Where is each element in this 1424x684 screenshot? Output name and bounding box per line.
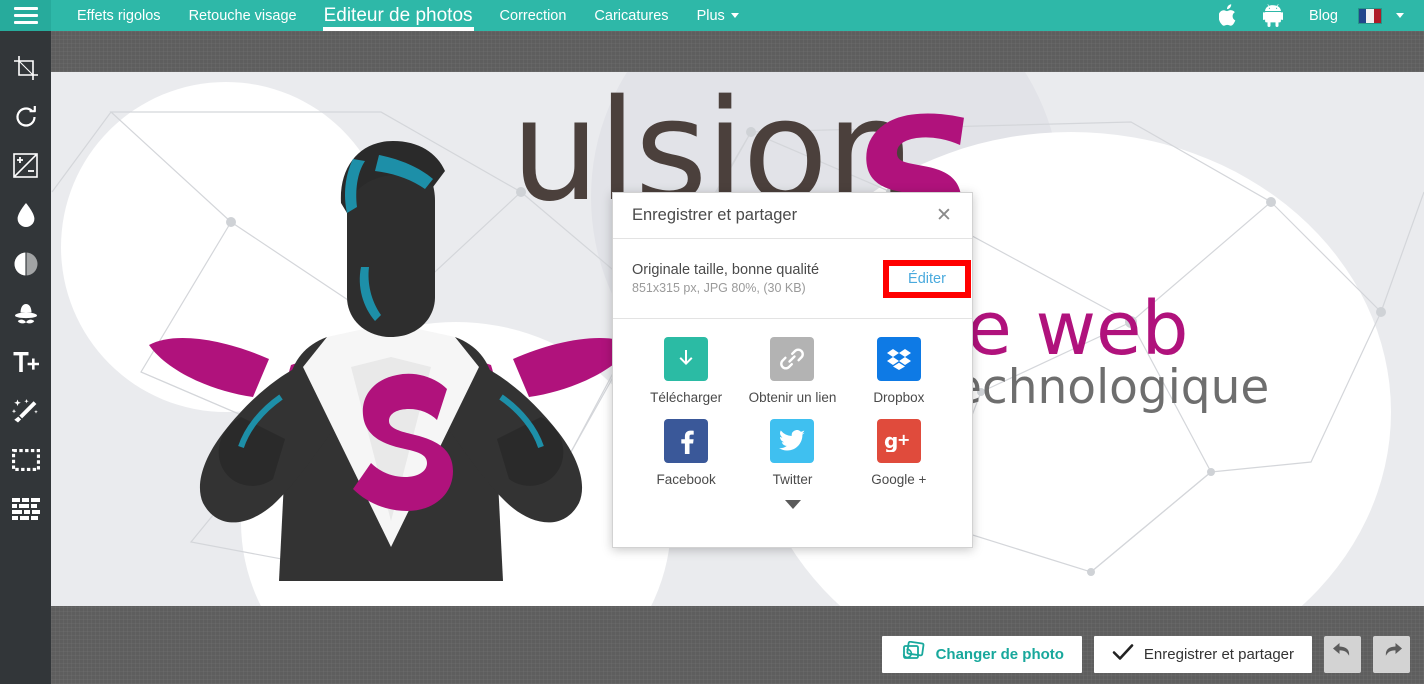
- contrast-tool[interactable]: [0, 239, 51, 288]
- text-tool[interactable]: [0, 337, 51, 386]
- dropbox-icon: [876, 337, 921, 381]
- undo-button[interactable]: [1324, 635, 1361, 673]
- dialog-title: Enregistrer et partager: [632, 206, 798, 224]
- share-option-label: Télécharger: [650, 390, 723, 405]
- share-option-label: Obtenir un lien: [748, 390, 837, 405]
- frame-icon: [11, 448, 40, 471]
- nav-item-label: Caricatures: [594, 7, 669, 24]
- quality-details: 851x315 px, JPG 80%, (30 KB): [632, 281, 806, 295]
- flag-stripe: [1359, 8, 1367, 23]
- apple-logo-icon[interactable]: [1207, 0, 1251, 31]
- language-selector[interactable]: [1352, 7, 1414, 24]
- flag-stripe: [1373, 8, 1381, 23]
- hat-mustache-icon: [12, 300, 40, 326]
- superhero-illustration: [149, 141, 633, 581]
- dialog-header: Enregistrer et partager ✕: [613, 193, 972, 239]
- close-icon[interactable]: ✕: [932, 204, 956, 228]
- share-option-get-link[interactable]: Obtenir un lien: [739, 337, 845, 405]
- editor-canvas[interactable]: ulsion S agence web ative & technologiqu…: [51, 31, 1424, 684]
- nav-item-label: Editeur de photos: [323, 4, 473, 26]
- edit-quality-highlight[interactable]: Éditer: [883, 260, 971, 298]
- edit-quality-button[interactable]: Éditer: [889, 266, 965, 292]
- crop-tool[interactable]: [0, 43, 51, 92]
- active-tab-underline: [322, 27, 474, 31]
- save-and-share-label: Enregistrer et partager: [1143, 645, 1294, 663]
- nav-item-editeur-de-photos[interactable]: Editeur de photos: [311, 0, 486, 31]
- nav-item-label: Retouche visage: [188, 7, 297, 24]
- photo-editor-app: Effets rigolos Retouche visage Editeur d…: [0, 0, 1424, 684]
- download-icon: [664, 337, 709, 381]
- change-photo-label: Changer de photo: [935, 645, 1064, 663]
- nav-blog-label: Blog: [1308, 7, 1338, 24]
- rotate-icon: [13, 104, 39, 130]
- effects-tool[interactable]: [0, 386, 51, 435]
- google-plus-icon: g +: [876, 419, 921, 463]
- nav-blog-link[interactable]: Blog: [1295, 0, 1352, 31]
- quality-row: Originale taille, bonne qualité 851x315 …: [613, 239, 972, 319]
- nav-item-correction[interactable]: Correction: [486, 0, 581, 31]
- hamburger-bar: [13, 7, 38, 10]
- top-navigation-bar: Effets rigolos Retouche visage Editeur d…: [0, 0, 1424, 31]
- twitter-icon: [770, 419, 815, 463]
- contrast-icon: [13, 251, 39, 277]
- nav-item-label: Correction: [499, 7, 567, 24]
- nav-item-label: Effets rigolos: [77, 7, 161, 24]
- share-option-download[interactable]: Télécharger: [633, 337, 739, 405]
- rotate-tool[interactable]: [0, 92, 51, 141]
- blur-tool[interactable]: [0, 190, 51, 239]
- chevron-down-icon: [730, 13, 739, 18]
- add-text-icon: [12, 350, 40, 374]
- nav-right-group: Blog: [1207, 0, 1424, 31]
- texture-tool[interactable]: [0, 484, 51, 533]
- nav-item-caricatures[interactable]: Caricatures: [580, 0, 682, 31]
- hamburger-bar: [13, 21, 38, 24]
- share-options-grid: Télécharger Obtenir un lien Dropbox Face…: [613, 319, 972, 487]
- share-option-facebook[interactable]: Facebook: [633, 419, 739, 487]
- edit-quality-label: Éditer: [908, 271, 946, 287]
- bottom-action-bar: Changer de photo Enregistrer et partager: [51, 624, 1424, 684]
- hamburger-menu-icon[interactable]: [0, 0, 51, 31]
- magic-wand-icon: [12, 398, 39, 424]
- nav-item-plus[interactable]: Plus: [683, 0, 753, 31]
- chevron-down-icon: [1396, 13, 1404, 18]
- hamburger-bar: [13, 14, 38, 17]
- photos-stack-icon: [900, 640, 926, 667]
- save-and-share-dialog: Enregistrer et partager ✕ Originale tail…: [612, 192, 973, 548]
- share-option-label: Dropbox: [873, 390, 925, 405]
- stickers-tool[interactable]: [0, 288, 51, 337]
- share-option-google-plus[interactable]: g + Google +: [846, 419, 952, 487]
- check-icon: [1112, 643, 1134, 665]
- share-option-label: Facebook: [656, 472, 716, 487]
- exposure-tool[interactable]: [0, 141, 51, 190]
- nav-item-label: Plus: [696, 7, 725, 24]
- quality-description: Originale taille, bonne qualité: [632, 262, 820, 278]
- nav-links: Effets rigolos Retouche visage Editeur d…: [51, 0, 753, 31]
- crop-icon: [13, 55, 39, 81]
- chevron-down-icon: [784, 499, 801, 509]
- redo-button[interactable]: [1373, 635, 1410, 673]
- save-and-share-button[interactable]: Enregistrer et partager: [1093, 635, 1312, 673]
- share-option-twitter[interactable]: Twitter: [739, 419, 845, 487]
- share-option-dropbox[interactable]: Dropbox: [846, 337, 952, 405]
- nav-item-retouche-visage[interactable]: Retouche visage: [175, 0, 311, 31]
- svg-text:+: +: [897, 430, 910, 449]
- android-logo-icon[interactable]: [1251, 0, 1295, 31]
- left-tool-sidebar: [0, 31, 51, 684]
- undo-arrow-icon: [1332, 642, 1354, 667]
- show-more-share-options[interactable]: [613, 489, 972, 519]
- quality-text-group: Originale taille, bonne qualité 851x315 …: [632, 262, 819, 295]
- facebook-icon: [664, 419, 709, 463]
- change-photo-button[interactable]: Changer de photo: [881, 635, 1082, 673]
- nav-item-effets-rigolos[interactable]: Effets rigolos: [63, 0, 175, 31]
- french-flag-icon: [1358, 7, 1382, 24]
- frame-tool[interactable]: [0, 435, 51, 484]
- droplet-icon: [16, 202, 36, 228]
- share-option-label: Google +: [871, 472, 927, 487]
- share-option-label: Twitter: [772, 472, 813, 487]
- redo-arrow-icon: [1381, 642, 1403, 667]
- link-icon: [770, 337, 815, 381]
- flag-stripe: [1366, 8, 1374, 23]
- texture-bricks-icon: [11, 497, 40, 520]
- exposure-icon: [13, 153, 38, 178]
